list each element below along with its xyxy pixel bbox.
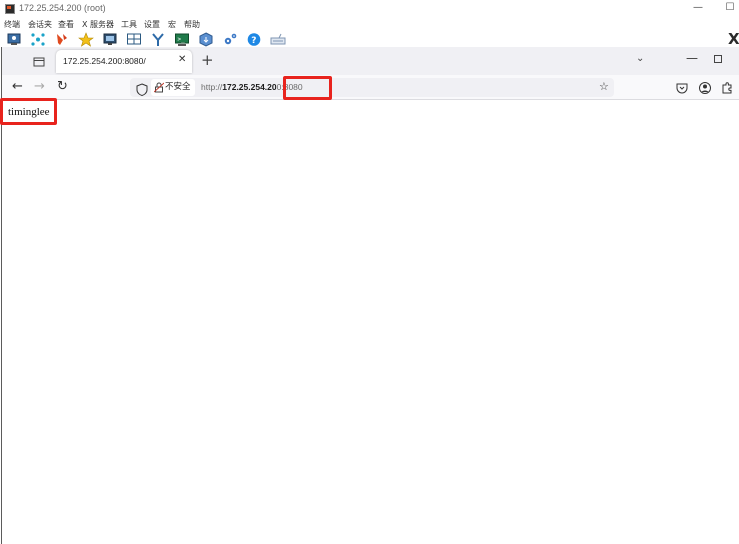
menu-terminal[interactable]: 终端 (4, 19, 20, 30)
account-icon[interactable] (698, 80, 712, 94)
terminal-icon[interactable]: >_ (174, 32, 190, 47)
minimize-button[interactable]: — (690, 2, 706, 13)
url-host: 172.25.254.20 (222, 82, 277, 92)
tab-title: 172.25.254.200:8080/ (63, 56, 146, 66)
tab-overview-icon[interactable] (32, 54, 46, 68)
menu-settings[interactable]: 设置 (144, 19, 160, 30)
menu-help[interactable]: 帮助 (184, 19, 200, 30)
reload-button[interactable]: ↻ (57, 79, 68, 94)
tools-icon[interactable] (54, 32, 70, 47)
svg-text:>_: >_ (178, 36, 186, 43)
menu-macro[interactable]: 宏 (168, 19, 176, 30)
back-button[interactable]: ← (12, 79, 23, 94)
svg-text:?: ? (251, 36, 256, 46)
settings-icon[interactable] (222, 32, 238, 47)
help-icon[interactable]: ? (246, 32, 262, 47)
text-highlight-box (0, 98, 57, 125)
page-content: timinglee (2, 101, 739, 544)
tracking-protection-icon[interactable] (136, 81, 148, 97)
app-logo-icon (5, 4, 15, 14)
tab-close-icon[interactable]: ✕ (178, 54, 186, 65)
network-icon[interactable] (150, 32, 166, 47)
navigation-bar: ← → ↻ 不安全 http://172.25.254.200:8080 ☆ (2, 75, 739, 100)
package-icon[interactable] (198, 32, 214, 47)
extensions-icon[interactable] (720, 80, 734, 94)
app-titlebar: 172.25.254.200 (root) — ☐ (0, 0, 739, 19)
menu-xserver[interactable]: X 服务器 (82, 19, 114, 30)
tab-active[interactable]: 172.25.254.200:8080/ ✕ (56, 50, 192, 73)
xserver-icon[interactable] (30, 32, 46, 47)
keyboard-icon[interactable] (270, 32, 286, 47)
monitor-icon[interactable] (102, 32, 118, 47)
tab-bar: 172.25.254.200:8080/ ✕ + ⌄ — (2, 47, 739, 75)
list-all-tabs-icon[interactable]: ⌄ (636, 53, 644, 64)
menu-sessions[interactable]: 会话夹 (28, 19, 52, 30)
pocket-icon[interactable] (675, 80, 689, 94)
star-icon[interactable] (78, 32, 94, 47)
insecure-label: 不安全 (165, 82, 191, 92)
site-security-badge[interactable]: 不安全 (151, 79, 195, 96)
app-menubar: 终端 会话夹 查看 X 服务器 工具 设置 宏 帮助 (0, 19, 739, 31)
browser-maximize-button[interactable] (714, 55, 722, 63)
url-scheme: http:// (201, 82, 223, 92)
new-tab-button[interactable]: + (201, 51, 214, 69)
port-highlight-box (283, 76, 332, 100)
xserver-status-icon[interactable]: X (728, 30, 739, 48)
menu-tools[interactable]: 工具 (121, 19, 137, 30)
forward-button[interactable]: → (34, 79, 45, 94)
browser-minimize-button[interactable]: — (686, 51, 698, 65)
browser-window: 172.25.254.200:8080/ ✕ + ⌄ — ← → ↻ 不安全 h… (1, 47, 739, 544)
window-title: 172.25.254.200 (root) (19, 3, 106, 13)
bookmark-star-icon[interactable]: ☆ (599, 80, 609, 93)
menu-view[interactable]: 查看 (58, 19, 74, 30)
split-icon[interactable] (126, 32, 142, 47)
maximize-button[interactable]: ☐ (722, 2, 738, 13)
session-icon[interactable] (6, 32, 22, 47)
insecure-lock-icon (153, 82, 165, 93)
address-bar[interactable]: 不安全 http://172.25.254.200:8080 ☆ (130, 78, 614, 97)
